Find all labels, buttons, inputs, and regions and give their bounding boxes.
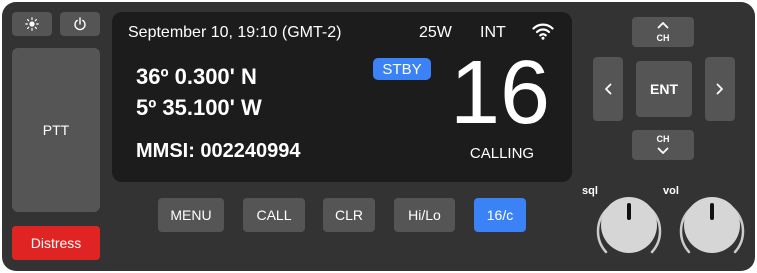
display-screen: September 10, 19:10 (GMT-2) 25W INT 36º … bbox=[112, 12, 572, 182]
latitude-text: 36º 0.300' N bbox=[136, 64, 257, 89]
menu-button[interactable]: MENU bbox=[158, 198, 224, 232]
left-button[interactable] bbox=[593, 57, 623, 121]
channel-up-label: CH bbox=[656, 33, 670, 43]
dual-watch-button[interactable]: 16/c bbox=[474, 198, 526, 232]
hi-lo-button[interactable]: Hi/Lo bbox=[394, 198, 455, 232]
volume-knob[interactable] bbox=[677, 190, 747, 260]
mmsi-text: MMSI: 002240994 bbox=[136, 140, 301, 162]
enter-label: ENT bbox=[650, 81, 678, 97]
ptt-button[interactable]: PTT bbox=[12, 48, 100, 212]
channel-down-label: CH bbox=[656, 134, 670, 144]
channel-down-button[interactable]: CH bbox=[632, 130, 694, 160]
ptt-label: PTT bbox=[42, 122, 70, 138]
chevron-down-icon bbox=[657, 147, 669, 154]
right-button[interactable] bbox=[705, 57, 735, 121]
brightness-button[interactable] bbox=[12, 12, 52, 36]
datetime-text: September 10, 19:10 (GMT-2) bbox=[128, 24, 342, 41]
power-icon bbox=[74, 17, 86, 31]
call-button[interactable]: CALL bbox=[243, 198, 305, 232]
clr-button[interactable]: CLR bbox=[323, 198, 375, 232]
hi-lo-label: Hi/Lo bbox=[408, 207, 441, 223]
distress-label: Distress bbox=[30, 235, 82, 251]
enter-button[interactable]: ENT bbox=[636, 61, 692, 117]
sun-icon bbox=[25, 17, 39, 31]
status-badge: STBY bbox=[373, 58, 431, 80]
chevron-up-icon bbox=[657, 22, 669, 29]
call-label: CALL bbox=[256, 207, 292, 223]
channel-status: CALLING bbox=[469, 145, 535, 162]
power-button[interactable] bbox=[60, 12, 100, 36]
channel-up-button[interactable]: CH bbox=[632, 17, 694, 47]
squelch-knob[interactable] bbox=[594, 190, 664, 260]
clr-label: CLR bbox=[334, 207, 363, 223]
menu-label: MENU bbox=[170, 207, 212, 223]
channel-number: 16 bbox=[449, 43, 551, 143]
chevron-right-icon bbox=[716, 83, 723, 95]
chevron-left-icon bbox=[605, 83, 612, 95]
dual-watch-label: 16/c bbox=[486, 207, 514, 223]
longitude-text: 5º 35.100' W bbox=[136, 95, 262, 120]
distress-button[interactable]: Distress bbox=[12, 226, 100, 260]
